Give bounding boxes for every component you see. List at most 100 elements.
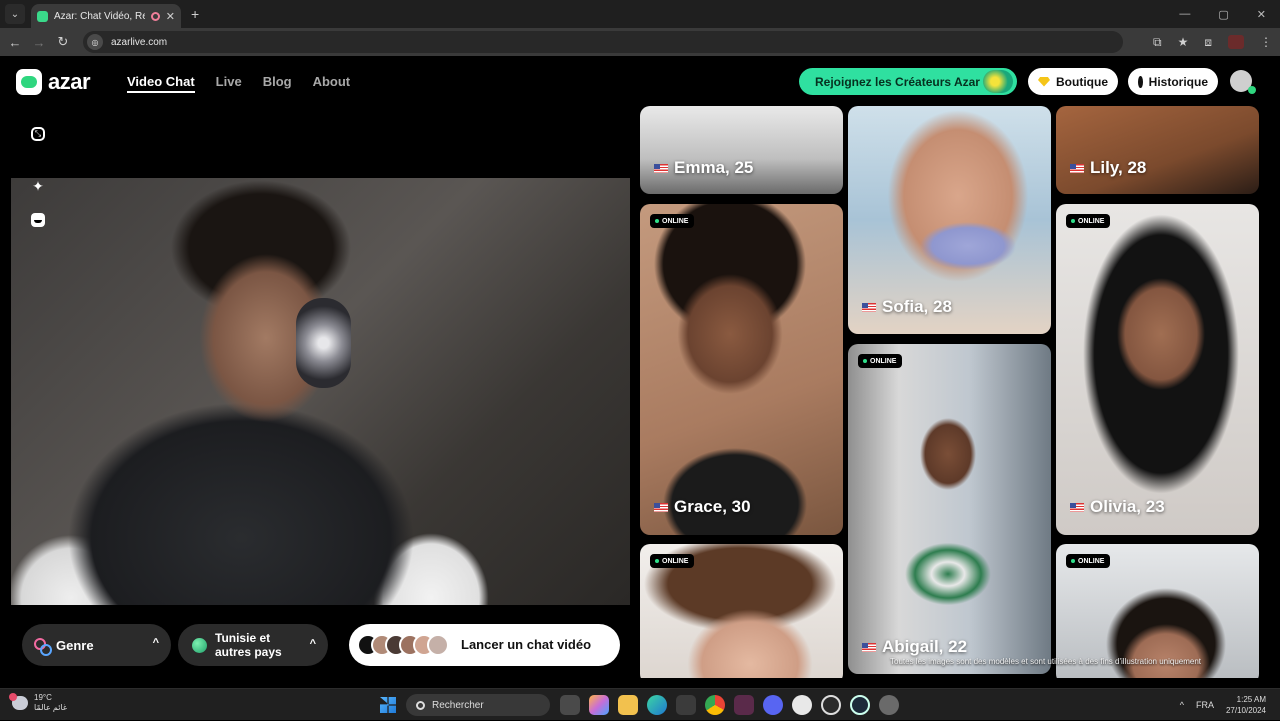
us-flag-icon xyxy=(1070,163,1084,173)
app-icon[interactable] xyxy=(792,695,812,715)
app-icon[interactable] xyxy=(821,695,841,715)
language-indicator[interactable]: FRA xyxy=(1196,700,1214,710)
discord-icon[interactable] xyxy=(763,695,783,715)
app-header: azar Video Chat Live Blog About Rejoigne… xyxy=(0,56,1280,106)
online-label: ONLINE xyxy=(662,217,689,225)
join-creators-button[interactable]: Rejoignez les Créateurs Azar xyxy=(799,68,1017,95)
start-video-chat-label: Lancer un chat vidéo xyxy=(461,637,592,652)
face-filter-icon[interactable] xyxy=(31,213,45,227)
cast-icon[interactable]: ⧉ xyxy=(1153,35,1162,50)
weather-condition: غائم عالمًا xyxy=(34,703,68,712)
profile-name: Sofia, 28 xyxy=(882,297,952,316)
profile-card-lily[interactable]: Lily, 28 xyxy=(1056,106,1259,194)
search-icon xyxy=(416,700,425,710)
profile-name-label: Emma, 25 xyxy=(654,158,753,178)
online-badge: ONLINE xyxy=(858,354,903,368)
profile-name: Abigail, 22 xyxy=(882,637,968,656)
country-filter-button[interactable]: Tunisie et autres pays ^ xyxy=(178,624,328,666)
nav-blog[interactable]: Blog xyxy=(263,74,292,93)
azar-favicon-icon xyxy=(37,10,48,22)
settings-icon[interactable] xyxy=(879,695,899,715)
nav-video-chat[interactable]: Video Chat xyxy=(127,74,195,93)
browser-menu-icon[interactable]: ⋮ xyxy=(1260,35,1272,49)
forward-button[interactable]: → xyxy=(27,35,51,50)
boutique-button[interactable]: Boutique xyxy=(1028,68,1118,95)
maximize-button[interactable]: ▢ xyxy=(1218,8,1228,21)
profile-name: Emma, 25 xyxy=(674,158,754,177)
profile-card-grace[interactable]: ONLINE Grace, 30 xyxy=(640,204,843,535)
extensions-icon[interactable]: ⧈ xyxy=(1204,35,1212,50)
edge-icon[interactable] xyxy=(647,695,667,715)
historique-button[interactable]: Historique xyxy=(1128,68,1218,95)
profile-card-partial[interactable]: ONLINE xyxy=(640,544,843,678)
task-view-icon[interactable] xyxy=(560,695,580,715)
profile-card-emma[interactable]: Emma, 25 xyxy=(640,106,843,194)
boutique-label: Boutique xyxy=(1056,74,1108,89)
tray-overflow-icon[interactable]: ^ xyxy=(1180,700,1184,710)
cloud-icon xyxy=(9,693,28,710)
chrome-icon[interactable] xyxy=(705,695,725,715)
search-placeholder: Rechercher xyxy=(432,699,484,711)
new-tab-button[interactable]: + xyxy=(191,6,199,22)
file-explorer-icon[interactable] xyxy=(618,695,638,715)
genre-filter-button[interactable]: Genre ^ xyxy=(22,624,171,666)
recording-indicator-icon xyxy=(150,11,160,21)
close-tab-icon[interactable]: ✕ xyxy=(166,10,175,23)
us-flag-icon xyxy=(654,502,668,512)
logo-text: azar xyxy=(48,69,91,94)
avatar-stack xyxy=(357,634,449,656)
back-button[interactable]: ← xyxy=(3,35,27,50)
genre-label: Genre xyxy=(56,637,94,653)
app-icon[interactable] xyxy=(734,695,754,715)
online-badge: ONLINE xyxy=(650,214,695,228)
azar-logo[interactable]: azar xyxy=(16,69,91,95)
weather-text: 19°C غائم عالمًا xyxy=(34,693,67,713)
online-dot-icon xyxy=(1071,559,1075,563)
store-icon[interactable] xyxy=(676,695,696,715)
site-info-icon[interactable]: ◎ xyxy=(87,34,103,50)
country-label-line1: Tunisie et xyxy=(215,631,271,645)
reload-button[interactable]: ↻ xyxy=(51,34,75,50)
online-dot-icon xyxy=(655,559,659,563)
expand-icon[interactable]: ⤡ xyxy=(31,127,45,141)
profile-card-olivia[interactable]: ONLINE Olivia, 23 xyxy=(1056,204,1259,535)
profile-name-label: Grace, 30 xyxy=(654,497,751,517)
profile-card-abigail[interactable]: ONLINE Abigail, 22 xyxy=(848,344,1051,674)
browser-tab-strip: ⌄ Azar: Chat Vidéo, Rencontre ✕ + — ▢ ✕ xyxy=(0,0,1280,28)
nav-about[interactable]: About xyxy=(313,74,351,93)
online-label: ONLINE xyxy=(1078,557,1105,565)
join-creators-label: Rejoignez les Créateurs Azar xyxy=(815,74,980,89)
profile-avatar-icon[interactable] xyxy=(1228,35,1244,49)
profile-card-sofia[interactable]: Sofia, 28 xyxy=(848,106,1051,334)
historique-label: Historique xyxy=(1148,74,1208,89)
address-bar[interactable]: ◎ azarlive.com xyxy=(83,31,1123,53)
weather-widget[interactable]: 19°C غائم عالمًا xyxy=(9,693,67,713)
profile-name-label: Lily, 28 xyxy=(1070,158,1146,178)
start-video-chat-button[interactable]: Lancer un chat vidéo xyxy=(349,624,620,666)
windows-start-icon[interactable] xyxy=(380,697,396,713)
profile-name-label: Abigail, 22 xyxy=(862,637,967,657)
browser-tab[interactable]: Azar: Chat Vidéo, Rencontre ✕ xyxy=(31,4,181,28)
taskbar-clock[interactable]: 1:25 AM 27/10/2024 xyxy=(1226,694,1266,716)
clock-icon xyxy=(1138,75,1145,88)
country-label: Tunisie et autres pays xyxy=(215,631,282,659)
taskbar-search[interactable]: Rechercher xyxy=(406,694,550,716)
app-icon[interactable] xyxy=(850,695,870,715)
temperature: 19°C xyxy=(34,693,52,702)
nav-live[interactable]: Live xyxy=(216,74,242,93)
tab-search-button[interactable]: ⌄ xyxy=(5,4,25,24)
online-badge: ONLINE xyxy=(650,554,695,568)
online-label: ONLINE xyxy=(1078,217,1105,225)
effects-sparkle-icon[interactable]: ✦ xyxy=(28,176,48,196)
online-label: ONLINE xyxy=(662,557,689,565)
profile-name-label: Sofia, 28 xyxy=(862,297,952,317)
user-profile-icon[interactable] xyxy=(1230,70,1256,94)
azar-logo-icon xyxy=(16,69,42,95)
close-window-button[interactable]: ✕ xyxy=(1257,8,1266,21)
bookmark-star-icon[interactable]: ★ xyxy=(1178,35,1189,49)
minimize-button[interactable]: — xyxy=(1179,8,1190,20)
video-chat-panel: ⤡ ✦ Genre ^ Tunisie et autres pays ^ Lan… xyxy=(11,106,630,677)
copilot-icon[interactable] xyxy=(589,695,609,715)
profile-name-label: Olivia, 23 xyxy=(1070,497,1165,517)
clock-time: 1:25 AM xyxy=(1236,695,1266,704)
